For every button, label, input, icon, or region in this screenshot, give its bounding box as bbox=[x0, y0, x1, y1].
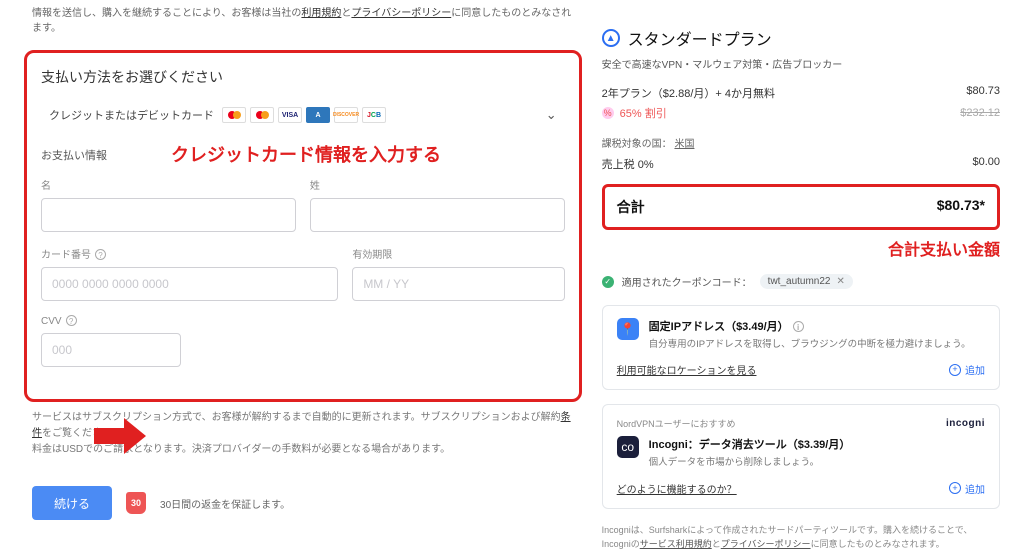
cvv-input[interactable] bbox=[41, 333, 181, 367]
coupon-label: 適用されたクーポンコード： bbox=[622, 274, 752, 289]
discount-text: 65% 割引 bbox=[620, 105, 667, 121]
first-name-label: 名 bbox=[41, 177, 296, 192]
card-number-label: カード番号? bbox=[41, 246, 338, 261]
remove-coupon-icon[interactable]: ✕ bbox=[837, 276, 845, 287]
incogni-icon: co bbox=[617, 436, 639, 458]
plus-icon: + bbox=[949, 364, 961, 376]
total-value: $80.73* bbox=[937, 197, 985, 217]
first-name-input[interactable] bbox=[41, 198, 296, 232]
incogni-footnote: Incogniは、Surfsharkによって作成されたサードパーティツールです。… bbox=[602, 523, 1000, 551]
plan-line-desc: 2年プラン（$2.88/月）+ 4か月無料 bbox=[602, 85, 775, 101]
addon-fixed-ip-card: 📍 固定IPアドレス（$3.49/月）i 自分専用のIPアドレスを取得し、ブラウ… bbox=[602, 305, 1000, 390]
payment-form-annotation-box: 支払い方法をお選びください クレジットまたはデビットカード VISA A DIS… bbox=[24, 50, 582, 402]
addon-incogni-title: Incogni：データ消去ツール（$3.39/月） bbox=[649, 436, 851, 452]
addon-incogni-tag: NordVPNユーザーにおすすめ bbox=[617, 417, 736, 430]
tax-country-link[interactable]: 米国 bbox=[674, 139, 694, 150]
plan-subtitle: 安全で高速なVPN・マルウェア対策・広告ブロッカー bbox=[602, 56, 1000, 71]
cvv-label: CVV? bbox=[41, 315, 181, 327]
help-icon[interactable]: ? bbox=[95, 249, 106, 260]
tax-amount: $0.00 bbox=[972, 156, 1000, 172]
plan-line-price: $80.73 bbox=[966, 85, 1000, 101]
discount-tag-icon: % bbox=[602, 107, 614, 119]
tax-label: 売上税 0% bbox=[602, 156, 654, 172]
terms-link[interactable]: 利用規約 bbox=[301, 8, 341, 19]
total-annotation-box: 合計 $80.73* bbox=[602, 184, 1000, 230]
info-icon[interactable]: i bbox=[793, 321, 804, 332]
original-price: $232.12 bbox=[960, 107, 1000, 119]
tax-country-line: 課税対象の国： 米国 bbox=[602, 135, 1000, 150]
plus-icon: + bbox=[949, 482, 961, 494]
payment-method-selector[interactable]: クレジットまたはデビットカード VISA A DISCOVER JCB ⌄ bbox=[41, 101, 565, 129]
chevron-down-icon: ⌄ bbox=[546, 107, 557, 123]
location-pin-icon: 📍 bbox=[617, 318, 639, 340]
incogni-terms-link[interactable]: サービス利用規約 bbox=[640, 539, 712, 549]
top-terms-text: 情報を送信し、購入を継続することにより、お客様は当社の利用規約とプライバシーポリ… bbox=[24, 0, 582, 44]
last-name-input[interactable] bbox=[310, 198, 565, 232]
addon-ip-title: 固定IPアドレス（$3.49/月）i bbox=[649, 318, 971, 334]
addon-incogni-add-button[interactable]: +追加 bbox=[949, 481, 985, 496]
addon-incogni-card: NordVPNユーザーにおすすめ incogni co Incogni：データ消… bbox=[602, 404, 1000, 508]
payment-method-label: クレジットまたはデビットカード bbox=[49, 107, 214, 123]
check-icon: ✓ bbox=[602, 276, 614, 288]
guarantee-text: 30日間の返金を保証します。 bbox=[160, 496, 290, 511]
addon-incogni-how-link[interactable]: どのように機能するのか？ bbox=[617, 481, 737, 496]
privacy-link[interactable]: プライバシーポリシー bbox=[351, 8, 451, 19]
help-icon[interactable]: ? bbox=[66, 315, 77, 326]
addon-ip-desc: 自分専用のIPアドレスを取得し、ブラウジングの中断を極力避けましょう。 bbox=[649, 338, 971, 352]
plan-title: スタンダードプラン bbox=[628, 26, 772, 50]
guarantee-badge-icon: 30 bbox=[126, 492, 146, 514]
addon-incogni-desc: 個人データを市場から削除しましょう。 bbox=[649, 456, 851, 470]
annotation-total-amount: 合計支払い金額 bbox=[602, 236, 1000, 260]
addon-ip-locations-link[interactable]: 利用可能なロケーションを見る bbox=[617, 362, 757, 377]
incogni-privacy-link[interactable]: プライバシーポリシー bbox=[721, 539, 811, 549]
card-logos: VISA A DISCOVER JCB bbox=[222, 107, 386, 123]
card-number-input[interactable] bbox=[41, 267, 338, 301]
annotation-enter-card-info: クレジットカード情報を入力する bbox=[171, 141, 441, 167]
payment-section-title: 支払い方法をお選びください bbox=[41, 67, 565, 87]
continue-button[interactable]: 続ける bbox=[32, 486, 112, 520]
addon-ip-add-button[interactable]: +追加 bbox=[949, 362, 985, 377]
total-label: 合計 bbox=[617, 197, 645, 217]
plan-icon: ▲ bbox=[602, 29, 620, 47]
coupon-chip: twt_autumn22 ✕ bbox=[760, 274, 853, 289]
expiry-label: 有効期限 bbox=[352, 246, 564, 261]
expiry-input[interactable] bbox=[352, 267, 564, 301]
last-name-label: 姓 bbox=[310, 177, 565, 192]
incogni-logo: incogni bbox=[946, 418, 985, 429]
